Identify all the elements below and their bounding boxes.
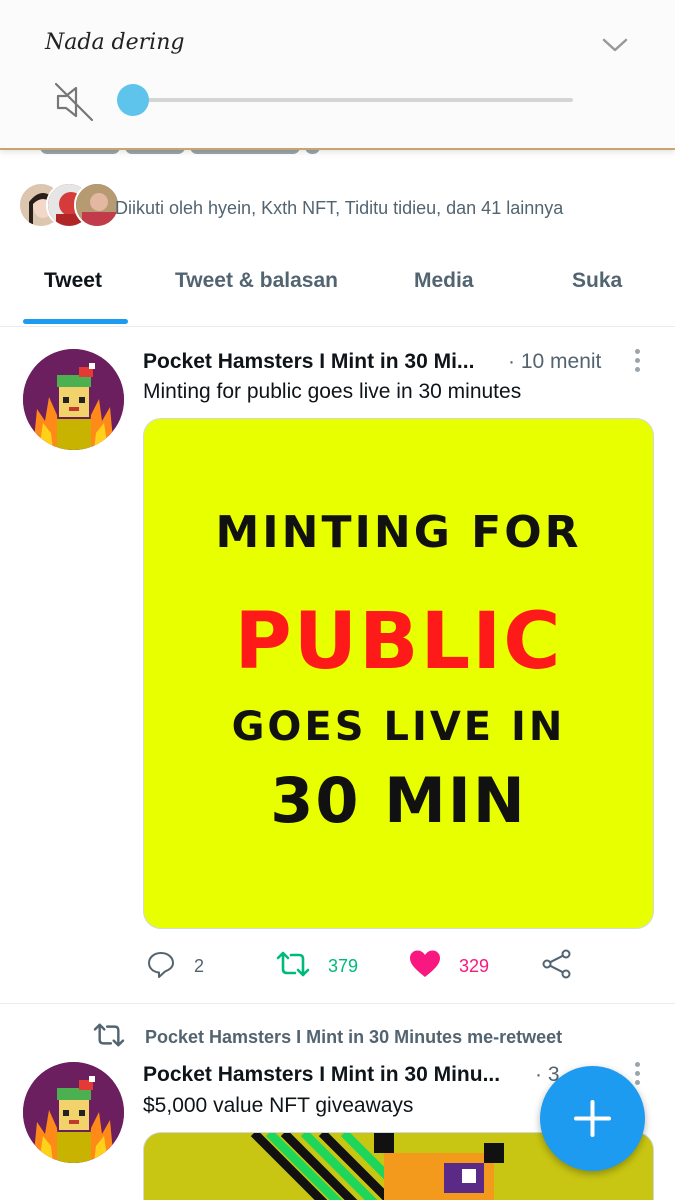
- like-button[interactable]: 329: [409, 946, 489, 986]
- reply-count: 2: [194, 955, 205, 976]
- media-text-line: 30 MIN: [270, 764, 527, 837]
- tweet-text: $5,000 value NFT giveaways: [143, 1094, 414, 1117]
- retweet-button[interactable]: 379: [276, 946, 358, 986]
- compose-tweet-button[interactable]: [540, 1066, 645, 1171]
- tab-media[interactable]: Media: [414, 269, 474, 293]
- tweet-author-avatar[interactable]: [23, 349, 124, 450]
- tweet-author-name[interactable]: Pocket Hamsters I Mint in 30 Minu...: [143, 1063, 500, 1087]
- avatar: [74, 182, 120, 228]
- media-text-line: MINTING FOR: [215, 507, 582, 558]
- tweet-timestamp: · 10 menit: [508, 350, 602, 373]
- tweet-actions: 2 379 329: [143, 946, 643, 986]
- volume-slider-thumb[interactable]: [117, 84, 149, 116]
- retweet-count: 379: [328, 955, 359, 976]
- media-text-line: GOES LIVE IN: [231, 704, 566, 750]
- retweet-icon: [276, 949, 310, 984]
- tweet-author-name[interactable]: Pocket Hamsters I Mint in 30 Mi...: [143, 350, 474, 374]
- volume-slider-track[interactable]: [133, 98, 573, 102]
- profile-tabs: Tweet Tweet & balasan Media Suka: [0, 255, 675, 327]
- tweet-media-image[interactable]: MINTING FOR PUBLIC GOES LIVE IN 30 MIN: [143, 418, 654, 929]
- followed-by-text: Diikuti oleh hyein, Kxth NFT, Tiditu tid…: [115, 198, 564, 218]
- retweeted-by-text: Pocket Hamsters I Mint in 30 Minutes me-…: [145, 1026, 563, 1047]
- more-options-icon[interactable]: [630, 347, 644, 377]
- tab-likes[interactable]: Suka: [572, 269, 622, 293]
- retweeted-by-row[interactable]: Pocket Hamsters I Mint in 30 Minutes me-…: [93, 1022, 562, 1052]
- tweet-text: Minting for public goes live in 30 minut…: [143, 380, 522, 403]
- hidden-bio-text: [0, 150, 675, 160]
- tweet-divider: [0, 1003, 675, 1004]
- retweet-icon: [93, 1021, 125, 1054]
- media-text-line: PUBLIC: [234, 597, 563, 687]
- speaker-muted-icon[interactable]: [52, 80, 96, 124]
- followed-by-row[interactable]: Diikuti oleh hyein, Kxth NFT, Tiditu tid…: [18, 182, 658, 232]
- chevron-down-icon[interactable]: [600, 32, 630, 58]
- active-tab-indicator: [23, 319, 128, 324]
- tweet-author-avatar[interactable]: [23, 1062, 124, 1163]
- volume-panel: Nada dering: [0, 0, 675, 150]
- reply-button[interactable]: 2: [146, 946, 204, 986]
- like-count: 329: [459, 955, 490, 976]
- volume-panel-title: Nada dering: [45, 30, 185, 55]
- heart-icon: [409, 949, 441, 984]
- tab-tweet[interactable]: Tweet: [44, 269, 102, 293]
- share-icon: [541, 949, 573, 984]
- tab-tweet-replies[interactable]: Tweet & balasan: [175, 269, 338, 293]
- reply-icon: [146, 949, 176, 984]
- share-button[interactable]: [541, 946, 573, 986]
